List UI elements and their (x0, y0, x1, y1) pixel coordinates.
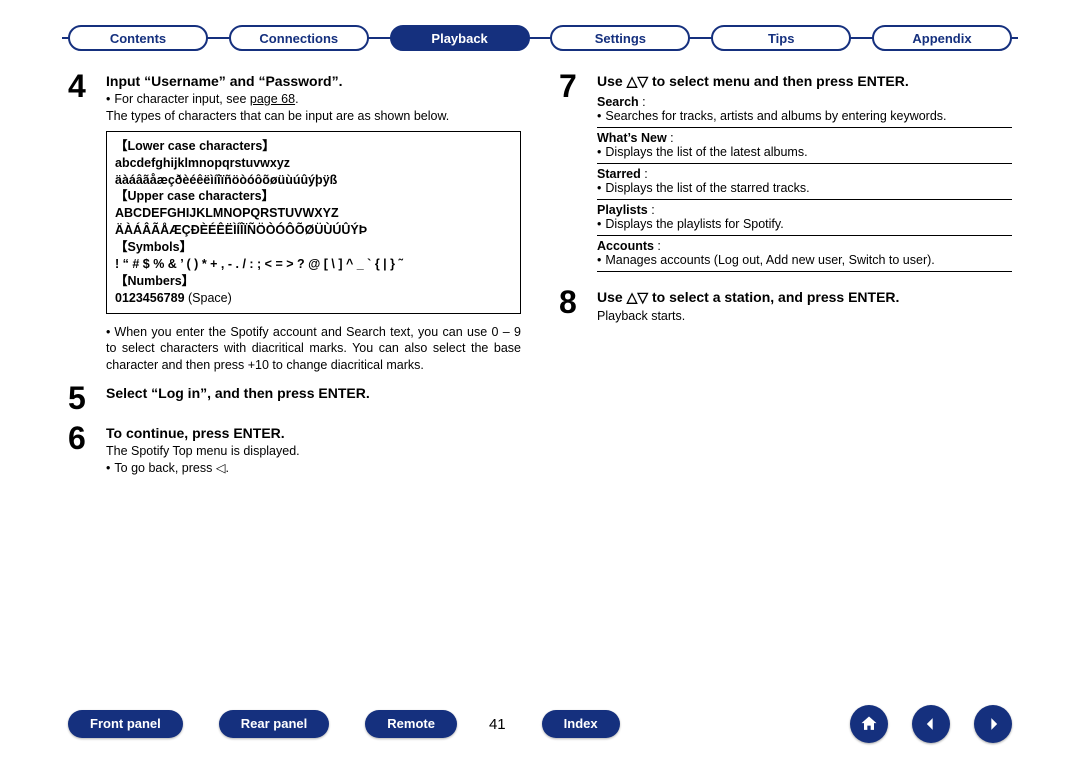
step-6-number: 6 (68, 422, 96, 477)
menu-def-term: Starred : (597, 167, 648, 181)
menu-def-desc: Manages accounts (Log out, Add new user,… (605, 253, 934, 267)
charbox-upper-diacritic: ÄÀÁÂÃÅÆÇÐÈÉÊËÌÍÎÏÑÖÒÓÔÕØÜÙÚÛÝÞ (115, 222, 512, 239)
menu-def-desc: Displays the playlists for Spotify. (605, 217, 783, 231)
step-8-title-post: to select a station, and press ENTER. (648, 289, 899, 305)
page-68-link[interactable]: page 68 (250, 92, 295, 106)
charbox-symbols: ! “ # $ % & ’ ( ) * + , - . / : ; < = > … (115, 256, 512, 273)
rear-panel-button[interactable]: Rear panel (219, 710, 329, 738)
step-5-title: Select “Log in”, and then press ENTER. (106, 385, 521, 401)
step-4: 4 Input “Username” and “Password”. For c… (68, 70, 521, 374)
step-6-line1: The Spotify Top menu is displayed. (106, 443, 521, 460)
step-8: 8 Use △▽ to select a station, and press … (559, 286, 1012, 325)
menu-def-item: Search :Searches for tracks, artists and… (597, 92, 1012, 128)
menu-definitions: Search :Searches for tracks, artists and… (597, 92, 1012, 272)
page-number: 41 (489, 716, 506, 733)
charbox-lower-diacritic: äàáâãåæçðèéêëìíîïñöòóôõøüùúûýþÿß (115, 172, 512, 189)
back-icon[interactable] (912, 705, 950, 743)
charbox-lower-header: 【Lower case characters】 (115, 138, 512, 155)
menu-def-item: Playlists :Displays the playlists for Sp… (597, 200, 1012, 236)
charbox-upper-ascii: ABCDEFGHIJKLMNOPQRSTUVWXYZ (115, 205, 512, 222)
step-8-title: Use △▽ to select a station, and press EN… (597, 289, 1012, 306)
tab-contents[interactable]: Contents (68, 25, 208, 51)
step-4-note1-post: . (295, 92, 298, 106)
step-5: 5 Select “Log in”, and then press ENTER. (68, 382, 521, 414)
step-7: 7 Use △▽ to select menu and then press E… (559, 70, 1012, 272)
tab-settings[interactable]: Settings (550, 25, 690, 51)
step-4-title: Input “Username” and “Password”. (106, 73, 521, 89)
tab-playback[interactable]: Playback (390, 25, 530, 51)
step-4-number: 4 (68, 70, 96, 374)
menu-def-item: Starred :Displays the list of the starre… (597, 164, 1012, 200)
charbox-numbers-digits: 0123456789 (115, 291, 185, 305)
charbox-symbols-header: 【Symbols】 (115, 239, 512, 256)
menu-def-term: Accounts : (597, 239, 661, 253)
home-icon[interactable] (850, 705, 888, 743)
manual-page: Contents Connections Playback Settings T… (0, 0, 1080, 761)
step-6-line2-text: To go back, press ◁. (114, 461, 229, 475)
forward-icon[interactable] (974, 705, 1012, 743)
step-7-number: 7 (559, 70, 587, 272)
charbox-numbers-space: (Space) (185, 291, 232, 305)
menu-def-item: Accounts :Manages accounts (Log out, Add… (597, 236, 1012, 272)
left-column: 4 Input “Username” and “Password”. For c… (68, 70, 521, 485)
menu-def-desc: Displays the list of the starred tracks. (605, 181, 809, 195)
step-7-title-post: to select menu and then press ENTER. (648, 73, 909, 89)
step-4-note1: For character input, see page 68. (106, 91, 521, 108)
step-6-title: To continue, press ENTER. (106, 425, 521, 441)
step-4-note1-pre: For character input, see (114, 92, 249, 106)
step-8-title-pre: Use (597, 289, 627, 305)
content-columns: 4 Input “Username” and “Password”. For c… (68, 70, 1012, 485)
right-column: 7 Use △▽ to select menu and then press E… (559, 70, 1012, 485)
menu-def-desc: Displays the list of the latest albums. (605, 145, 807, 159)
tabbar: Contents Connections Playback Settings T… (68, 20, 1012, 56)
step-7-title-pre: Use (597, 73, 627, 89)
step-4-paragraph-text: When you enter the Spotify account and S… (106, 325, 521, 373)
step-6: 6 To continue, press ENTER. The Spotify … (68, 422, 521, 477)
charbox-numbers-header: 【Numbers】 (115, 273, 512, 290)
remote-button[interactable]: Remote (365, 710, 457, 738)
charbox-numbers: 0123456789 (Space) (115, 290, 512, 307)
menu-def-term: What’s New : (597, 131, 674, 145)
front-panel-button[interactable]: Front panel (68, 710, 183, 738)
step-7-title: Use △▽ to select menu and then press ENT… (597, 73, 1012, 90)
menu-def-item: What’s New :Displays the list of the lat… (597, 128, 1012, 164)
step-8-line1: Playback starts. (597, 308, 1012, 325)
menu-def-term: Search : (597, 95, 646, 109)
charbox-lower-ascii: abcdefghijklmnopqrstuvwxyz (115, 155, 512, 172)
tab-appendix[interactable]: Appendix (872, 25, 1012, 51)
index-button[interactable]: Index (542, 710, 620, 738)
tab-tips[interactable]: Tips (711, 25, 851, 51)
up-down-icon: △▽ (627, 73, 649, 89)
menu-def-term: Playlists : (597, 203, 655, 217)
tab-connections[interactable]: Connections (229, 25, 369, 51)
step-8-number: 8 (559, 286, 587, 325)
bottom-nav: Front panel Rear panel Remote 41 Index (68, 705, 1012, 743)
step-6-line2: To go back, press ◁. (106, 460, 521, 477)
character-box: 【Lower case characters】 abcdefghijklmnop… (106, 131, 521, 314)
step-4-note2: The types of characters that can be inpu… (106, 108, 521, 125)
charbox-upper-header: 【Upper case characters】 (115, 188, 512, 205)
menu-def-desc: Searches for tracks, artists and albums … (605, 109, 946, 123)
up-down-icon: △▽ (627, 289, 649, 305)
step-5-number: 5 (68, 382, 96, 414)
step-4-paragraph: When you enter the Spotify account and S… (106, 324, 521, 375)
